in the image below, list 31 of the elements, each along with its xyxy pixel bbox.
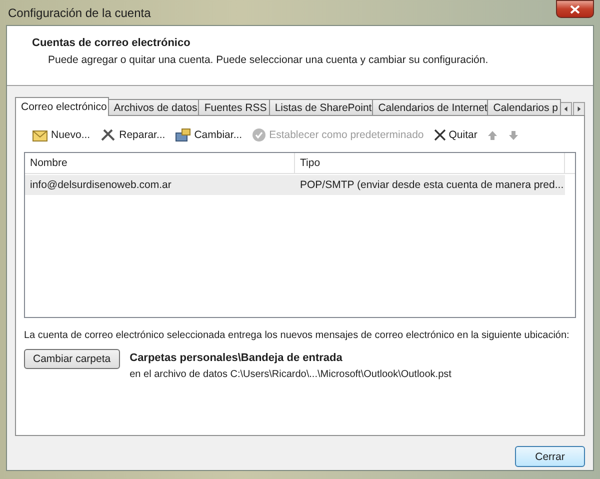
toolbar-button[interactable]: Nuevo...	[32, 128, 90, 142]
tab[interactable]: Listas de SharePoint	[268, 99, 374, 116]
tab[interactable]: Calendarios de Internet	[372, 99, 488, 116]
column-header[interactable]: Nombre	[25, 153, 295, 173]
x-icon	[434, 129, 446, 141]
tab[interactable]: Correo electrónico	[15, 97, 109, 116]
toolbar-button[interactable]: Reparar...	[100, 128, 166, 142]
tab[interactable]: Fuentes RSS	[198, 99, 270, 116]
data-file-path: en el archivo de datos C:\Users\Ricardo\...\Microsoft\Outlook\Outlook.pst	[130, 369, 452, 380]
account-row[interactable]: info@delsurdisenoweb.com.ar POP/SMTP (enviar desde esta cuenta de manera pred...	[25, 175, 565, 195]
table-cell-text: info@delsurdisenoweb.com.ar	[29, 178, 172, 193]
table-cell-text: POP/SMTP (enviar desde esta cuenta de manera pred...	[299, 178, 565, 193]
tools-icon	[100, 128, 116, 142]
close-dialog-button[interactable]: Cerrar	[515, 446, 585, 467]
window-title: Configuración de la cuenta	[7, 6, 151, 20]
card-icon	[175, 128, 192, 142]
change-folder-button[interactable]: Cambiar carpeta	[24, 349, 120, 369]
header-title: Cuentas de correo electrónico	[32, 37, 192, 49]
folder-path: Carpetas personales\Bandeja de entrada	[130, 352, 344, 364]
header-subtitle: Puede agregar o quitar una cuenta. Puede seleccionar una cuenta y cambiar su configuración.	[47, 54, 490, 66]
envelope-icon	[32, 128, 48, 142]
close-icon	[570, 4, 580, 14]
toolbar-button[interactable]: Quitar	[434, 129, 478, 141]
close-button[interactable]	[556, 0, 594, 18]
delivery-text: La cuenta de correo electrónico seleccionada entrega los nuevos mensajes de correo electrónico en la siguiente ubicación:	[24, 330, 570, 341]
scroll-right-icon[interactable]	[573, 102, 585, 116]
check-circle-icon	[252, 128, 266, 142]
column-header[interactable]: Tipo	[295, 153, 565, 173]
tab[interactable]: Archivos de datos	[108, 99, 200, 116]
tab[interactable]: Calendarios p	[487, 99, 561, 116]
toolbar-button[interactable]: Cambiar...	[175, 128, 242, 142]
